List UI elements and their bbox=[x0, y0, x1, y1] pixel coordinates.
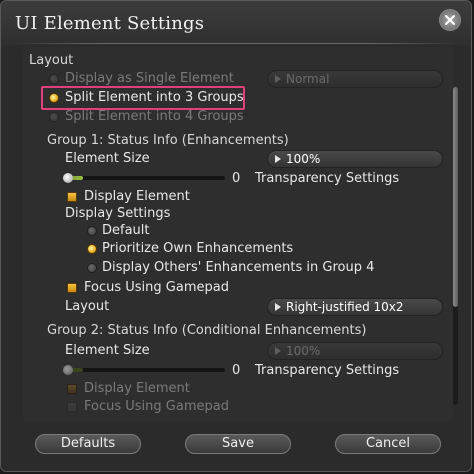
group1-focus-gamepad-checkbox[interactable] bbox=[67, 283, 77, 293]
group1-header: Group 1: Status Info (Enhancements) bbox=[47, 133, 289, 148]
group1-focus-gamepad-label: Focus Using Gamepad bbox=[84, 280, 229, 295]
option-single-element-label: Display as Single Element bbox=[65, 71, 234, 86]
group1-element-size-dropdown[interactable]: 100% bbox=[267, 150, 443, 168]
group1-display-settings-label: Display Settings bbox=[65, 206, 171, 221]
group1-layout-value: Right-justified 10x2 bbox=[286, 300, 404, 314]
ui-element-settings-window: UI Element Settings Layout Display as Si… bbox=[0, 0, 472, 472]
play-icon bbox=[275, 303, 281, 311]
single-element-dropdown-value: Normal bbox=[286, 72, 330, 86]
group2-transparency-slider[interactable] bbox=[63, 365, 225, 375]
option-display-others-label: Display Others' Enhancements in Group 4 bbox=[102, 260, 375, 275]
group2-transparency-knob[interactable] bbox=[63, 365, 73, 375]
settings-scrollbar[interactable] bbox=[453, 87, 458, 405]
play-icon bbox=[275, 75, 281, 83]
radio-split-3-groups[interactable] bbox=[49, 93, 59, 103]
radio-display-others[interactable] bbox=[87, 263, 97, 273]
title-divider bbox=[15, 43, 457, 44]
scrollbar-thumb[interactable] bbox=[453, 87, 458, 307]
group2-element-size-dropdown[interactable]: 100% bbox=[267, 342, 443, 360]
single-element-dropdown[interactable]: Normal bbox=[267, 70, 443, 88]
radio-default[interactable] bbox=[87, 226, 97, 236]
group1-element-size-value: 100% bbox=[286, 152, 321, 166]
layout-header: Layout bbox=[29, 53, 74, 68]
defaults-button[interactable]: Defaults bbox=[35, 434, 141, 454]
play-icon bbox=[275, 347, 281, 355]
group2-element-size-label: Element Size bbox=[65, 343, 150, 358]
group1-element-size-label: Element Size bbox=[65, 151, 150, 166]
group1-transparency-label: Transparency Settings bbox=[255, 171, 400, 186]
group2-display-element-checkbox[interactable] bbox=[67, 384, 77, 394]
option-split-4-groups-label: Split Element into 4 Groups bbox=[65, 109, 244, 124]
group2-element-size-value: 100% bbox=[286, 344, 321, 358]
play-icon bbox=[275, 155, 281, 163]
cancel-button[interactable]: Cancel bbox=[335, 434, 441, 454]
radio-single-element[interactable] bbox=[49, 74, 59, 84]
group2-focus-gamepad-label: Focus Using Gamepad bbox=[84, 399, 229, 414]
window-title: UI Element Settings bbox=[15, 13, 205, 34]
option-split-3-groups-label: Split Element into 3 Groups bbox=[65, 90, 244, 105]
close-button[interactable] bbox=[439, 9, 461, 31]
option-default-label: Default bbox=[102, 223, 150, 238]
group2-transparency-value: 0 bbox=[232, 363, 241, 378]
radio-prioritize-own[interactable] bbox=[87, 244, 97, 254]
group1-display-element-label: Display Element bbox=[84, 189, 190, 204]
group2-transparency-label: Transparency Settings bbox=[255, 363, 400, 378]
close-icon bbox=[445, 15, 455, 25]
title-bar: UI Element Settings bbox=[1, 1, 471, 45]
group1-transparency-value: 0 bbox=[232, 171, 241, 186]
group2-focus-gamepad-checkbox[interactable] bbox=[67, 402, 77, 412]
save-button[interactable]: Save bbox=[185, 434, 291, 454]
group1-layout-dropdown[interactable]: Right-justified 10x2 bbox=[267, 298, 443, 316]
group2-display-element-label: Display Element bbox=[84, 381, 190, 396]
group1-display-element-checkbox[interactable] bbox=[67, 192, 77, 202]
group1-transparency-slider[interactable] bbox=[63, 173, 225, 183]
radio-split-4-groups[interactable] bbox=[49, 112, 59, 122]
option-prioritize-own-label: Prioritize Own Enhancements bbox=[102, 241, 294, 256]
group2-header: Group 2: Status Info (Conditional Enhanc… bbox=[47, 323, 367, 338]
group1-transparency-knob[interactable] bbox=[63, 173, 73, 183]
group1-layout-label: Layout bbox=[65, 299, 110, 314]
